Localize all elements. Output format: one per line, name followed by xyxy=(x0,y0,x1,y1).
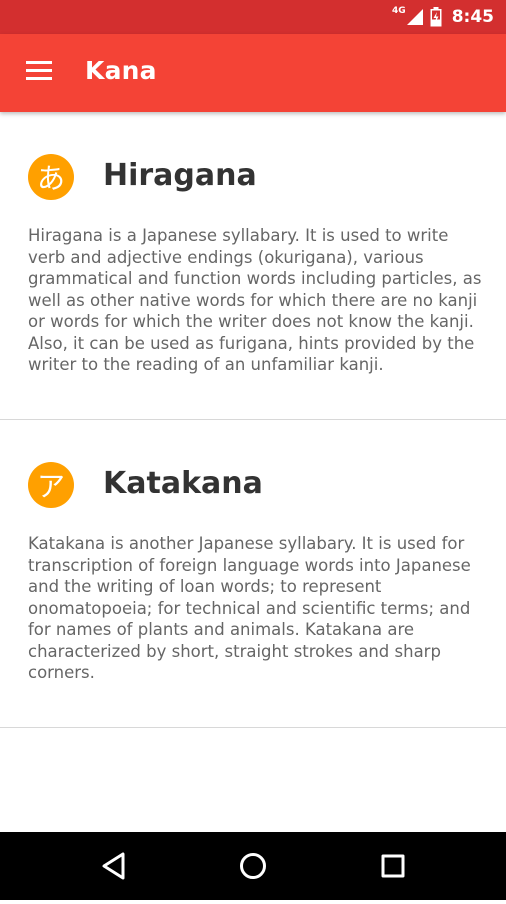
katakana-title: Katakana xyxy=(103,466,263,501)
page-title: Kana xyxy=(85,56,157,85)
hiragana-badge-icon: あ xyxy=(28,154,74,200)
clock: 8:45 xyxy=(451,7,494,27)
kana-list: あ Hiragana Hiragana is a Japanese syllab… xyxy=(0,112,506,728)
home-button[interactable] xyxy=(213,832,293,900)
network-type-label: 4G xyxy=(392,6,406,16)
status-bar: 4G 8:45 xyxy=(0,0,506,34)
hiragana-description: Hiragana is a Japanese syllabary. It is … xyxy=(28,226,482,374)
hamburger-menu-icon[interactable] xyxy=(26,61,52,81)
hiragana-title: Hiragana xyxy=(103,158,257,193)
back-triangle-icon xyxy=(102,852,125,880)
recents-button[interactable] xyxy=(353,832,433,900)
back-button[interactable] xyxy=(73,832,153,900)
status-icons: 4G 8:45 xyxy=(392,0,494,34)
katakana-badge-icon: ア xyxy=(28,462,74,508)
signal-icon xyxy=(406,9,423,25)
hiragana-card[interactable]: あ Hiragana Hiragana is a Japanese syllab… xyxy=(0,112,506,420)
navigation-bar xyxy=(0,832,506,900)
recents-square-icon xyxy=(381,854,405,878)
home-circle-icon xyxy=(240,853,266,879)
katakana-description: Katakana is another Japanese syllabary. … xyxy=(28,534,471,682)
app-bar: Kana xyxy=(0,34,506,112)
battery-charging-icon xyxy=(430,7,442,27)
katakana-card[interactable]: ア Katakana Katakana is another Japanese … xyxy=(0,420,506,728)
